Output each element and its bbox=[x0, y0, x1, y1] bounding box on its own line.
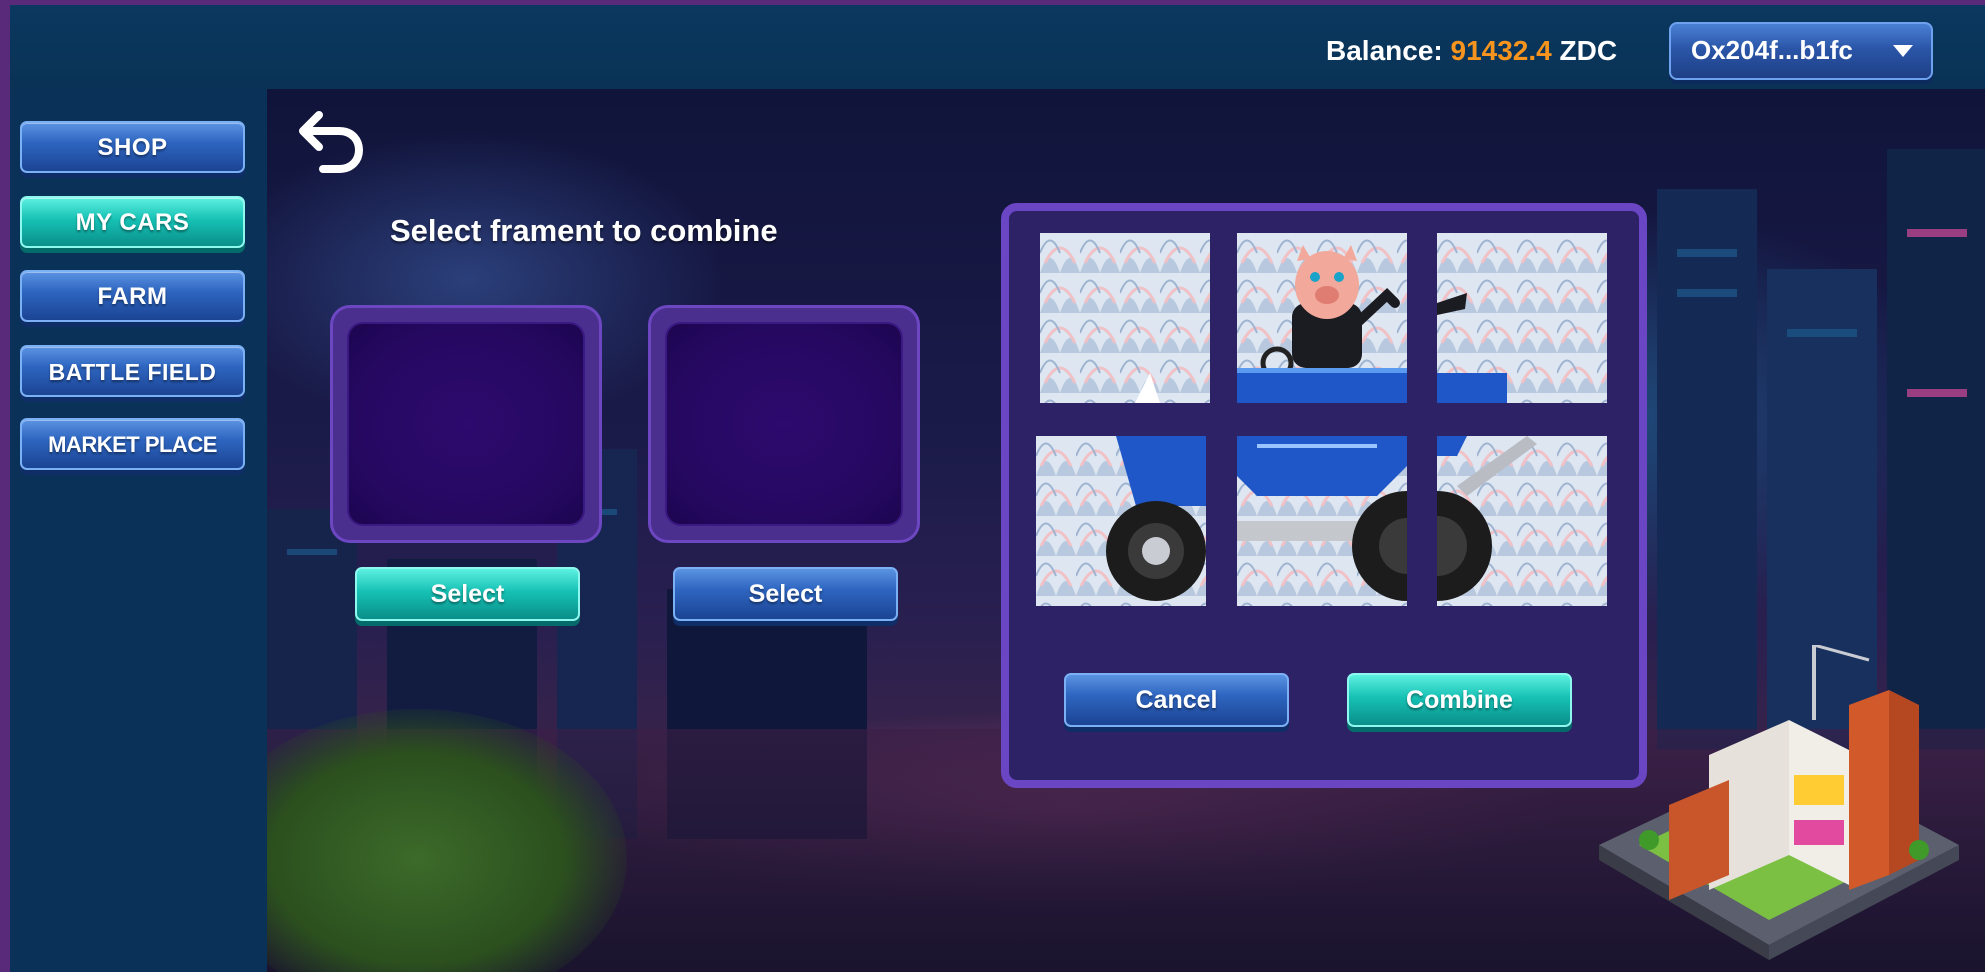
balance-amount: 91432.4 bbox=[1450, 35, 1552, 66]
select-left-button[interactable]: Select bbox=[355, 567, 580, 621]
chevron-down-icon bbox=[1893, 45, 1913, 57]
balance-display: Balance: 91432.4 ZDC bbox=[1326, 35, 1617, 67]
undo-arrow-icon[interactable] bbox=[297, 105, 367, 175]
sidebar-item-market-place[interactable]: MARKET PLACE bbox=[20, 418, 245, 470]
fragment-tile-4 bbox=[1036, 436, 1206, 606]
sidebar-item-farm[interactable]: FARM bbox=[20, 270, 245, 322]
wallet-address: Ox204f...b1fc bbox=[1691, 35, 1853, 65]
select-right-button[interactable]: Select bbox=[673, 567, 898, 621]
combine-panel: Cancel Combine bbox=[1001, 203, 1647, 788]
page-title: Select frament to combine bbox=[390, 213, 778, 248]
sidebar-item-shop[interactable]: SHOP bbox=[20, 121, 245, 173]
main-scene: Select frament to combine Select Select bbox=[267, 89, 1985, 972]
fragment-tile-2 bbox=[1237, 233, 1407, 403]
fragment-tile-1 bbox=[1040, 233, 1210, 403]
sidebar: SHOP MY CARS FARM BATTLE FIELD MARKET PL… bbox=[10, 89, 267, 972]
wallet-dropdown[interactable]: Ox204f...b1fc bbox=[1669, 22, 1933, 80]
fragment-slot-left-inner bbox=[347, 322, 585, 526]
sidebar-item-battle-field[interactable]: BATTLE FIELD bbox=[20, 345, 245, 397]
building-illustration bbox=[1599, 645, 1959, 960]
balance-unit: ZDC bbox=[1559, 35, 1618, 66]
combine-button[interactable]: Combine bbox=[1347, 673, 1572, 727]
fragment-slot-right[interactable] bbox=[648, 305, 920, 543]
cancel-button[interactable]: Cancel bbox=[1064, 673, 1289, 727]
fragment-slot-left[interactable] bbox=[330, 305, 602, 543]
fragment-tile-3 bbox=[1437, 233, 1607, 403]
fragment-tile-6 bbox=[1437, 436, 1607, 606]
fragment-slot-right-inner bbox=[665, 322, 903, 526]
sidebar-item-my-cars[interactable]: MY CARS bbox=[20, 196, 245, 248]
balance-label: Balance: bbox=[1326, 35, 1443, 66]
fragment-tile-5 bbox=[1237, 436, 1407, 606]
top-bar: Balance: 91432.4 ZDC Ox204f...b1fc bbox=[10, 5, 1985, 89]
